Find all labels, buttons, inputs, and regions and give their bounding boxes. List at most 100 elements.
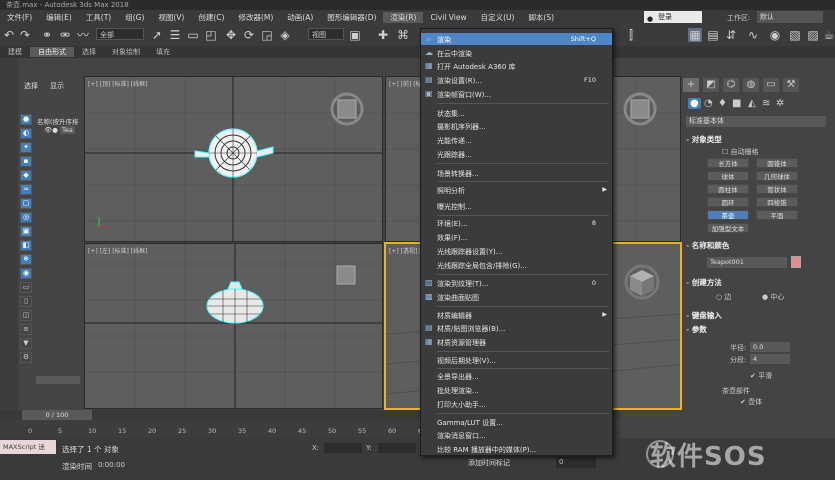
login-dropdown[interactable]: ● 登录 xyxy=(644,11,702,23)
menu-exposure-control[interactable]: 曝光控制... xyxy=(421,200,612,212)
scene-row-teapot[interactable]: 👁● Tea xyxy=(44,126,75,134)
filter-xrefs-icon[interactable]: ◎ xyxy=(20,212,32,223)
menu-state-sets[interactable]: 状态集... xyxy=(421,107,612,119)
snap-toggle-icon[interactable]: ⌘ xyxy=(396,28,410,42)
reference-coord-dropdown[interactable]: 视图 xyxy=(308,28,344,40)
object-type-rollout[interactable]: 对象类型 xyxy=(686,134,722,145)
menu-group[interactable]: 组(G) xyxy=(118,12,151,23)
ribbon-tab-selection[interactable]: 选择 xyxy=(74,47,104,57)
filter-containers-icon[interactable]: ◧ xyxy=(20,240,32,251)
scene-explorer-icon[interactable]: ▦ xyxy=(688,28,702,42)
shapes-icon[interactable]: ◔ xyxy=(704,98,713,109)
undo-icon[interactable]: ↶ xyxy=(2,28,16,42)
manipulate-icon[interactable]: ✚ xyxy=(376,28,390,42)
menu-render-setup[interactable]: ▤ 渲染设置(R)... F10 xyxy=(421,74,612,86)
object-name-input[interactable]: Teapot001 xyxy=(707,257,787,268)
menu-raytracer-settings[interactable]: 光线跟踪器设置(Y)... xyxy=(421,245,612,257)
motion-tab-icon[interactable]: ◍ xyxy=(743,78,759,92)
menu-camera-sequencer[interactable]: 摄影机序列器... xyxy=(421,120,612,132)
filter-hidden-icon[interactable]: ◉ xyxy=(20,268,32,279)
layer-explorer-icon[interactable]: ▤ xyxy=(706,28,720,42)
display-tab-icon[interactable]: ▭ xyxy=(763,78,779,92)
filter-frozen-icon[interactable]: ❄ xyxy=(20,254,32,265)
creation-center-radio[interactable]: ● 中心 xyxy=(762,292,784,302)
box-button[interactable]: 长方体 xyxy=(707,158,749,168)
toggle-ribbon-icon[interactable]: ⇵ xyxy=(724,28,738,42)
viewport-left[interactable]: [+] [左] [标准] [线框] xyxy=(84,243,383,409)
unlink-icon[interactable]: ⚮ xyxy=(58,28,72,42)
menu-material-browser[interactable]: ▤ 材质/贴图浏览器(B)... xyxy=(421,322,612,334)
body-checkbox[interactable]: ✔ 壶体 xyxy=(740,397,762,407)
selection-filter-dropdown[interactable]: 全部 xyxy=(96,28,144,40)
select-object-icon[interactable]: ➚ xyxy=(150,28,164,42)
geosphere-button[interactable]: 几何球体 xyxy=(756,171,798,181)
textplus-button[interactable]: 加强型文本 xyxy=(707,223,749,233)
segments-spinner[interactable]: 4 xyxy=(750,354,790,364)
modify-tab-icon[interactable]: ◩ xyxy=(703,78,719,92)
filter-funnel-icon[interactable]: ▼ xyxy=(20,338,32,349)
tube-button[interactable]: 管状体 xyxy=(756,184,798,194)
rect-selection-icon[interactable]: ▭ xyxy=(186,28,200,42)
radius-spinner[interactable]: 0.0 xyxy=(750,342,790,352)
menu-scene-converter[interactable]: 场景转换器... xyxy=(421,167,612,179)
scene-scrollbar[interactable] xyxy=(36,376,80,384)
plane-button[interactable]: 平面 xyxy=(756,210,798,220)
menu-effects[interactable]: 效果(F)... xyxy=(421,231,612,243)
creation-edge-radio[interactable]: ○ 边 xyxy=(716,292,731,302)
parameters-rollout[interactable]: 参数 xyxy=(686,324,707,335)
menu-batch-render[interactable]: 批处理渲染... xyxy=(421,384,612,396)
menu-animation[interactable]: 动画(A) xyxy=(280,12,320,23)
render-production-icon[interactable]: ☕ xyxy=(822,28,835,42)
filter-spacewarps-icon[interactable]: ≈ xyxy=(20,184,32,195)
menu-radiosity[interactable]: 光能传递... xyxy=(421,134,612,146)
menu-render-surface-map[interactable]: ▩ 渲染曲面贴图 xyxy=(421,291,612,303)
workspace-dropdown[interactable]: 默认 xyxy=(757,11,823,23)
menu-render-in-cloud[interactable]: ☁ 在云中渲染 xyxy=(421,47,612,59)
ribbon-tab-populate[interactable]: 填充 xyxy=(148,47,178,57)
torus-button[interactable]: 圆环 xyxy=(707,197,749,207)
menu-scripting[interactable]: 脚本(S) xyxy=(521,12,561,23)
menu-print-size-assistant[interactable]: 打印大小助手... xyxy=(421,398,612,410)
filter-helpers-icon[interactable]: ◆ xyxy=(20,170,32,181)
cameras-icon[interactable]: ■ xyxy=(732,98,741,109)
filter-bones-icon[interactable]: ▣ xyxy=(20,226,32,237)
menu-open-a360[interactable]: ▦ 打开 Autodesk A360 库 xyxy=(421,60,612,72)
menu-render-message-window[interactable]: 渲染消息窗口... xyxy=(421,429,612,441)
menu-civil-view[interactable]: Civil View xyxy=(423,13,473,22)
ribbon-tab-freeform[interactable]: 自由形式 xyxy=(30,47,74,57)
bind-spacewarp-icon[interactable]: 〰 xyxy=(76,28,90,42)
lights-icon[interactable]: ♦ xyxy=(718,98,727,109)
menu-tools[interactable]: 工具(T) xyxy=(79,12,118,23)
select-place-icon[interactable]: ◈ xyxy=(278,28,292,42)
window-crossing-icon[interactable]: ◰ xyxy=(204,28,218,42)
material-editor-icon[interactable]: ◉ xyxy=(768,28,782,42)
render-frame-icon[interactable]: ▨ xyxy=(806,28,820,42)
name-color-rollout[interactable]: 名称和颜色 xyxy=(686,240,730,251)
ribbon-tab-modeling[interactable]: 建模 xyxy=(0,47,30,57)
current-frame-field[interactable]: 0 xyxy=(556,457,596,468)
menu-light-tracer[interactable]: 光跟踪器... xyxy=(421,148,612,160)
scene-tab-select[interactable]: 选择 xyxy=(18,81,44,91)
menu-edit[interactable]: 编辑(E) xyxy=(39,12,79,23)
menu-customize[interactable]: 自定义(U) xyxy=(474,12,522,23)
geometry-icon[interactable]: ● xyxy=(688,98,701,109)
teapot-button[interactable]: 茶壶 xyxy=(707,210,749,220)
menu-compare-ram-player[interactable]: 比较 RAM 播放器中的媒体(P)... xyxy=(421,443,612,455)
mirror-icon[interactable]: ⫿ xyxy=(624,28,638,42)
create-tab-icon[interactable]: + xyxy=(683,78,699,92)
menu-material-explorer[interactable]: ▦ 材质资源管理器 xyxy=(421,336,612,348)
hierarchy-tab-icon[interactable]: ⌬ xyxy=(723,78,739,92)
pyramid-button[interactable]: 四棱锥 xyxy=(756,197,798,207)
filter-groups-icon[interactable]: ▢ xyxy=(20,198,32,209)
menu-rendering[interactable]: 渲染(R) xyxy=(383,11,424,23)
primitive-type-dropdown[interactable]: 标准基本体 xyxy=(686,116,826,127)
ribbon-tab-object-paint[interactable]: 对象绘制 xyxy=(104,47,148,57)
menu-raytrace-include-exclude[interactable]: 光线跟踪全局包含/排除(G)... xyxy=(421,259,612,271)
settings-icon[interactable]: ⚙ xyxy=(20,352,32,363)
select-move-icon[interactable]: ✥ xyxy=(224,28,238,42)
filter-lights-icon[interactable]: ✦ xyxy=(20,142,32,153)
scene-tab-display[interactable]: 显示 xyxy=(44,81,70,91)
x-coord-field[interactable] xyxy=(324,443,362,453)
select-by-name-icon[interactable]: ☰ xyxy=(168,28,182,42)
menu-gamma-lut[interactable]: Gamma/LUT 设置... xyxy=(421,416,612,428)
